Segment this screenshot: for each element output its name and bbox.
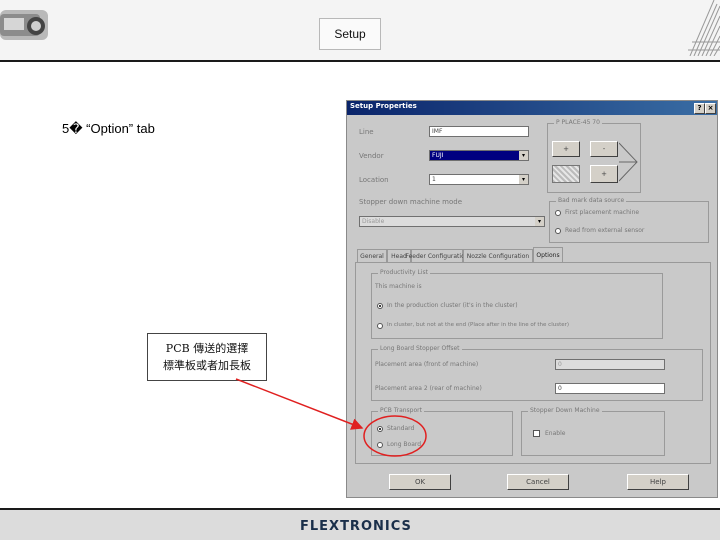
place-group-label: P PLACE-45 70 [554, 119, 602, 126]
productivity-radio-2[interactable] [377, 323, 383, 329]
slide-header: Setup [0, 0, 720, 62]
line-field[interactable]: IMF [429, 126, 529, 137]
vendor-value: FUJI [432, 152, 444, 159]
chevron-down-icon[interactable]: ▾ [535, 217, 544, 226]
dialog-titlebar[interactable]: Setup Properties [347, 101, 717, 115]
slide-title: Setup [319, 18, 381, 50]
help-button[interactable]: Help [627, 474, 689, 490]
productivity-option-2: In cluster, but not at the end (Place af… [387, 322, 570, 328]
annotation-arrow [235, 378, 364, 430]
location-label: Location [359, 176, 389, 184]
close-icon[interactable]: × [705, 103, 716, 114]
placement-area-1-field[interactable]: 0 [555, 359, 665, 370]
enable-checkbox[interactable] [533, 430, 540, 437]
decorative-lines-icon [688, 0, 720, 56]
tab-nozzle-configuration[interactable]: Nozzle Configuration [463, 249, 533, 262]
stopper-machine-group: Stopper Down Machine [521, 407, 665, 456]
location-value: 1 [432, 176, 436, 183]
transport-standard-radio[interactable] [377, 426, 383, 432]
bad-mark-group: Bad mark data source [549, 197, 709, 243]
productivity-label: Productivity List [378, 269, 430, 276]
tab-feeder-configuration[interactable]: Feeder Configuration [405, 249, 469, 262]
flextronics-logo: FLEXTRONICS [300, 519, 412, 534]
bad-mark-radio-1[interactable] [555, 210, 561, 216]
help-title-button[interactable]: ? [694, 103, 705, 114]
arrow-right-icon [619, 142, 638, 182]
cancel-button[interactable]: Cancel [507, 474, 569, 490]
productivity-option-1: In the production cluster (it's in the c… [387, 302, 518, 309]
projector-icon [0, 10, 48, 40]
tab-general[interactable]: General [357, 249, 387, 262]
location-select[interactable]: 1 ▾ [429, 174, 529, 185]
tab-options[interactable]: Options [533, 247, 563, 263]
transport-long-board-label: Long Board [387, 441, 422, 448]
stopper-mode-label: Stopper down machine mode [359, 198, 463, 206]
line-label: Line [359, 128, 374, 136]
pcb-transport-label: PCB Transport [378, 407, 424, 414]
transport-standard-label: Standard [387, 425, 415, 432]
chevron-down-icon[interactable]: ▾ [519, 151, 528, 160]
stopper-mode-select[interactable]: Disable ▾ [359, 216, 545, 227]
chevron-down-icon[interactable]: ▾ [519, 175, 528, 184]
header-divider [0, 60, 720, 62]
placement-area-2-label: Placement area 2 (rear of machine) [375, 385, 482, 392]
enable-label: Enable [545, 430, 566, 437]
setup-properties-dialog: Setup Properties ? × Line IMF Vendor FUJ… [346, 100, 718, 498]
bad-mark-option-1: First placement machine [565, 209, 640, 216]
stopper-mode-value: Disable [362, 218, 385, 225]
dialog-title: Setup Properties [350, 102, 417, 110]
ok-button[interactable]: OK [389, 474, 451, 490]
long-board-label: Long Board Stopper Offset [378, 345, 462, 352]
vendor-label: Vendor [359, 152, 384, 160]
place-arrow-label: + [601, 170, 607, 178]
place-arrow-button[interactable]: + [590, 165, 618, 183]
placement-area-1-label: Placement area (front of machine) [375, 361, 479, 368]
stopper-machine-label: Stopper Down Machine [528, 407, 602, 414]
pattern-swatch [552, 165, 580, 183]
productivity-radio-1[interactable] [377, 303, 383, 309]
transport-long-board-radio[interactable] [377, 442, 383, 448]
bad-mark-radio-2[interactable] [555, 228, 561, 234]
place-plus-button[interactable]: + [552, 141, 580, 157]
bad-mark-option-2: Read from external sensor [565, 227, 645, 234]
bad-mark-label: Bad mark data source [556, 197, 627, 204]
pcb-callout-box: PCB 傳送的選擇 標準板或者加長板 [147, 333, 267, 381]
vendor-select[interactable]: FUJI ▾ [429, 150, 529, 161]
pcb-transport-group: PCB Transport [371, 407, 513, 456]
placement-area-2-field[interactable]: 0 [555, 383, 665, 394]
place-minus-button[interactable]: - [590, 141, 618, 157]
callout-line-2: 標準板或者加長板 [163, 359, 251, 372]
this-machine-label: This machine is [375, 283, 422, 290]
bullet-text: 5� “Option” tab [62, 121, 155, 136]
callout-line-1: PCB 傳送的選擇 [165, 342, 249, 355]
